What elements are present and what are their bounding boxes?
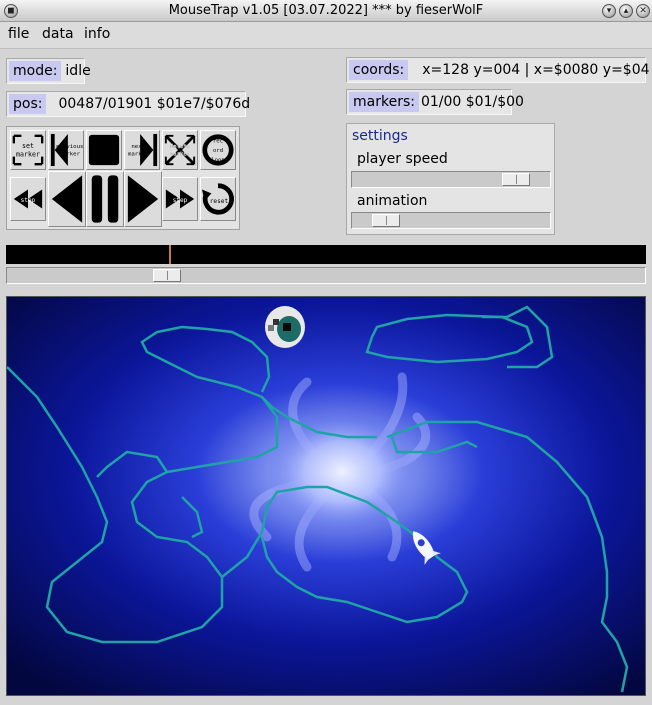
- previous-marker-button[interactable]: previous marker: [48, 130, 84, 170]
- animation-slider[interactable]: [351, 212, 551, 229]
- stop-icon: [88, 134, 120, 166]
- record-loop-button[interactable]: rec ord loop: [200, 130, 236, 170]
- coords-field: coords: x=128 y=004 | x=$0080 y=$04: [346, 57, 650, 83]
- window-menu-icon[interactable]: ◼: [4, 4, 18, 18]
- markers-label: markers:: [349, 92, 419, 112]
- player-sprite: [265, 306, 305, 348]
- pause-icon: [91, 175, 119, 223]
- svg-text:loop: loop: [211, 157, 225, 163]
- preview-canvas[interactable]: [6, 296, 646, 696]
- mode-field: mode: idle: [6, 58, 91, 84]
- control-panel: set marker previous marker next marker d…: [6, 126, 240, 230]
- delete-marker-button[interactable]: delete marker: [162, 130, 198, 170]
- player-speed-slider-thumb[interactable]: [502, 173, 530, 186]
- markers-field: markers: 01/00 $01/$00: [346, 89, 524, 115]
- delete-marker-icon: delete marker: [164, 134, 196, 166]
- step-forward-button[interactable]: step: [162, 177, 198, 221]
- svg-text:ord: ord: [213, 148, 223, 154]
- step-back-button[interactable]: step: [10, 177, 46, 221]
- svg-text:step: step: [21, 197, 36, 204]
- svg-text:rec: rec: [213, 138, 223, 144]
- svg-text:set: set: [22, 142, 34, 150]
- svg-text:previous: previous: [56, 144, 83, 150]
- pos-label: pos:: [9, 94, 47, 114]
- svg-text:step: step: [173, 197, 188, 204]
- svg-text:marker: marker: [60, 152, 81, 158]
- play-forward-icon: [127, 175, 159, 223]
- animation-label: animation: [357, 193, 428, 209]
- menu-data[interactable]: data: [42, 26, 74, 42]
- svg-text:marker: marker: [128, 152, 149, 158]
- pause-button[interactable]: [86, 171, 124, 227]
- menu-bar: file data info: [0, 22, 652, 49]
- window-title: MouseTrap v1.05 [03.07.2022] *** by fies…: [168, 3, 484, 18]
- position-scrollbar[interactable]: [6, 267, 646, 284]
- galaxy-core: [267, 412, 417, 532]
- menu-info[interactable]: info: [84, 26, 110, 42]
- next-marker-icon: next marker: [128, 133, 158, 167]
- rewind-icon: step: [13, 189, 43, 209]
- settings-title: settings: [352, 128, 408, 144]
- marker-timeline[interactable]: [6, 245, 646, 264]
- player-speed-label: player speed: [357, 151, 448, 167]
- settings-panel: settings player speed animation: [346, 123, 555, 235]
- markers-value: 01/00 $01/$00: [420, 94, 524, 110]
- set-marker-icon: set marker: [12, 134, 44, 166]
- preview-svg: [7, 297, 645, 695]
- pos-field: pos: 00487/01901 $01e7/$076d: [6, 91, 250, 117]
- position-scrollbar-thumb[interactable]: [153, 269, 181, 282]
- svg-text:marker: marker: [170, 152, 191, 158]
- mode-label: mode:: [9, 61, 62, 81]
- svg-text:marker: marker: [16, 151, 40, 159]
- play-forward-button[interactable]: [124, 171, 162, 227]
- next-marker-button[interactable]: next marker: [124, 130, 160, 170]
- coords-label: coords:: [349, 60, 409, 80]
- stop-button[interactable]: [86, 130, 122, 170]
- menu-file[interactable]: file: [8, 26, 29, 42]
- previous-marker-icon: previous marker: [50, 133, 83, 167]
- title-bar[interactable]: ◼ MouseTrap v1.05 [03.07.2022] *** by fi…: [0, 0, 652, 22]
- reset-button[interactable]: reset: [200, 177, 236, 221]
- play-backward-icon: [51, 175, 83, 223]
- mode-value: idle: [65, 63, 91, 79]
- maximize-icon[interactable]: ▴: [619, 4, 633, 18]
- fast-forward-icon: step: [165, 189, 195, 209]
- coords-value: x=128 y=004 | x=$0080 y=$04: [422, 62, 650, 78]
- minimize-icon[interactable]: ▾: [602, 4, 616, 18]
- svg-text:next: next: [131, 144, 145, 150]
- pos-value: 00487/01901 $01e7/$076d: [58, 96, 251, 112]
- set-marker-button[interactable]: set marker: [10, 130, 46, 170]
- record-loop-icon: rec ord loop: [202, 134, 234, 166]
- svg-text:reset: reset: [210, 198, 229, 205]
- timeline-marker: [169, 245, 171, 264]
- play-backward-button[interactable]: [48, 171, 86, 227]
- animation-slider-thumb[interactable]: [372, 214, 400, 227]
- svg-text:delete: delete: [170, 144, 191, 150]
- player-speed-slider[interactable]: [351, 171, 551, 188]
- close-icon[interactable]: ✕: [636, 4, 650, 18]
- reset-icon: reset: [201, 183, 234, 215]
